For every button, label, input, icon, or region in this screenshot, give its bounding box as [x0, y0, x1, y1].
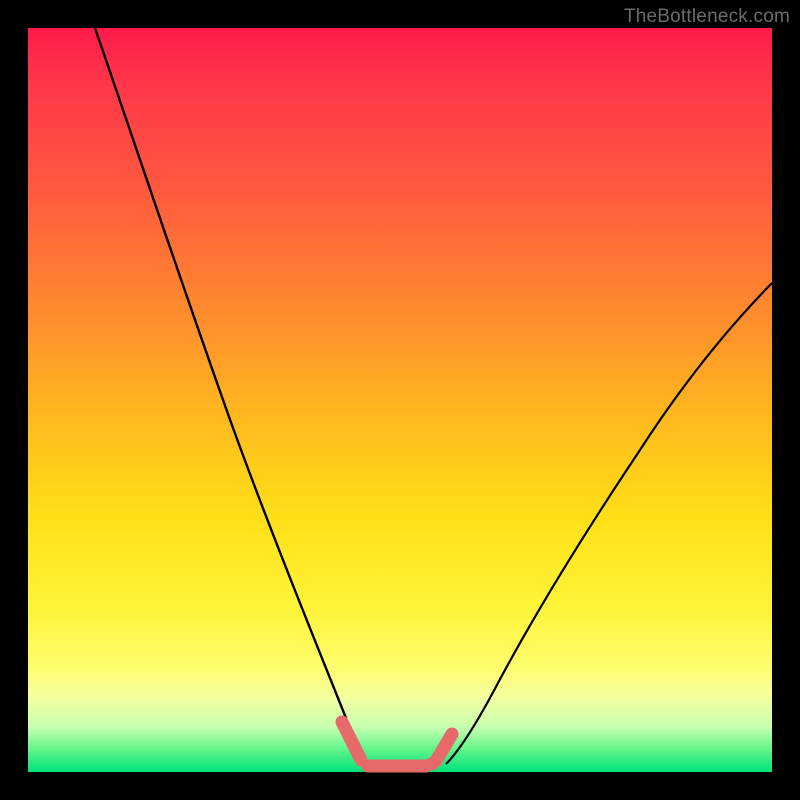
chart-frame: TheBottleneck.com — [0, 0, 800, 800]
left-curve — [95, 28, 368, 766]
watermark-text: TheBottleneck.com — [624, 6, 790, 28]
plot-area — [28, 28, 772, 772]
chart-svg — [28, 28, 772, 772]
bottom-marker-group — [342, 722, 452, 766]
right-curve — [446, 283, 772, 764]
